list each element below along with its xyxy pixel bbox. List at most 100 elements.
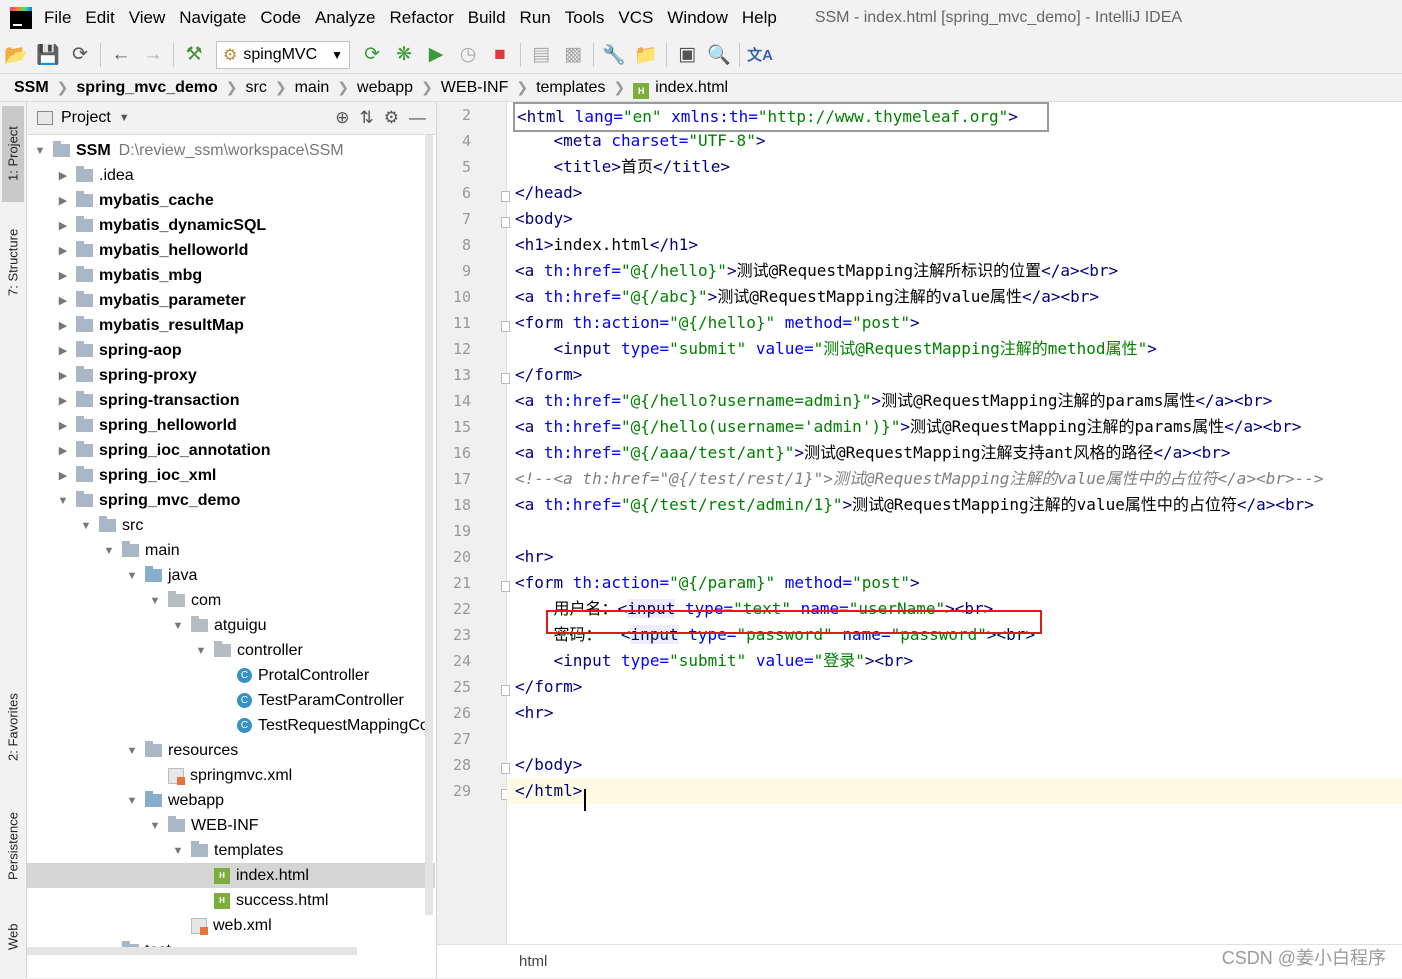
tree-folder-item[interactable]: ▼webapp [27,788,435,813]
tree-file-item[interactable]: web.xml [27,913,435,938]
tree-folder-item[interactable]: ▼com [27,588,435,613]
collapsed-arrow-icon[interactable]: ▶ [56,369,70,382]
project-structure-icon[interactable]: 📁 [630,39,662,71]
breadcrumb-item[interactable]: SSM [14,79,49,97]
fold-marker-icon[interactable] [501,217,510,228]
tree-folder-item[interactable]: ▶mybatis_cache [27,188,435,213]
tree-folder-item[interactable]: ▼java [27,563,435,588]
horizontal-scrollbar[interactable] [27,947,357,955]
menu-run[interactable]: Run [520,8,551,28]
breadcrumb-item[interactable]: main [295,79,330,97]
tree-folder-item[interactable]: ▶.idea [27,163,435,188]
collapsed-arrow-icon[interactable]: ▶ [56,444,70,457]
tree-folder-item[interactable]: ▼controller [27,638,435,663]
tree-class-item[interactable]: CTestRequestMappingCo [27,713,435,738]
stop-icon[interactable]: ■ [484,39,516,71]
tree-class-item[interactable]: CProtalController [27,663,435,688]
chevron-down-icon[interactable]: ▼ [119,112,130,124]
open-folder-icon[interactable]: 📂 [0,39,32,71]
breadcrumb-item[interactable]: templates [536,79,605,97]
expanded-arrow-icon[interactable]: ▼ [125,570,139,582]
menu-edit[interactable]: Edit [85,8,114,28]
tree-folder-item[interactable]: ▶spring-transaction [27,388,435,413]
hide-panel-icon[interactable]: — [409,108,426,128]
editor-breadcrumb-html[interactable]: html [519,953,547,970]
menu-build[interactable]: Build [468,8,506,28]
tree-folder-item[interactable]: ▶mybatis_resultMap [27,313,435,338]
profile-icon[interactable]: ◷ [452,39,484,71]
gear-icon[interactable]: ⚙ [384,108,399,128]
sync-icon[interactable]: ⟳ [64,39,96,71]
tree-folder-item[interactable]: ▼src [27,513,435,538]
tree-file-item[interactable]: Hsuccess.html [27,888,435,913]
tree-folder-item[interactable]: ▼WEB-INF [27,813,435,838]
tab-project[interactable]: 1: Project [2,106,24,202]
tree-folder-item[interactable]: ▼atguigu [27,613,435,638]
tab-favorites[interactable]: 2: Favorites [2,677,24,777]
expanded-arrow-icon[interactable]: ▼ [171,845,185,857]
fold-marker-icon[interactable] [501,191,510,202]
project-view-selector[interactable]: Project [61,109,111,127]
deploy-icon[interactable]: ▤ [525,39,557,71]
expanded-arrow-icon[interactable]: ▼ [33,145,47,157]
tree-file-item[interactable]: springmvc.xml [27,763,435,788]
menu-refactor[interactable]: Refactor [389,8,453,28]
collapsed-arrow-icon[interactable]: ▶ [56,244,70,257]
menu-window[interactable]: Window [667,8,727,28]
menu-code[interactable]: Code [260,8,301,28]
terminal-window-icon[interactable]: ▣ [671,39,703,71]
tree-folder-item[interactable]: ▶spring-aop [27,338,435,363]
expanded-arrow-icon[interactable]: ▼ [148,820,162,832]
tree-folder-item[interactable]: ▼templates [27,838,435,863]
tab-structure[interactable]: 7: Structure [2,212,24,312]
build-hammer-icon[interactable]: ⚒ [178,39,210,71]
tree-file-item[interactable]: Hindex.html [27,863,435,888]
fold-marker-icon[interactable] [501,581,510,592]
save-all-icon[interactable]: 💾 [32,39,64,71]
collapsed-arrow-icon[interactable]: ▶ [56,169,70,182]
run-configuration-dropdown[interactable]: ⚙ spingMVC ▼ [216,41,350,69]
menu-analyze[interactable]: Analyze [315,8,375,28]
collapsed-arrow-icon[interactable]: ▶ [56,319,70,332]
run-coverage-icon[interactable]: ▶ [420,39,452,71]
tree-folder-item[interactable]: ▶mybatis_parameter [27,288,435,313]
collapsed-arrow-icon[interactable]: ▶ [56,219,70,232]
tree-folder-item[interactable]: ▶mybatis_dynamicSQL [27,213,435,238]
tree-folder-item[interactable]: ▶mybatis_mbg [27,263,435,288]
expanded-arrow-icon[interactable]: ▼ [194,645,208,657]
collapsed-arrow-icon[interactable]: ▶ [56,194,70,207]
locate-file-icon[interactable]: ⊕ [335,108,349,128]
back-arrow-icon[interactable]: ← [105,39,137,71]
tree-folder-item[interactable]: ▶spring_ioc_xml [27,463,435,488]
tab-persistence[interactable]: Persistence [2,797,24,895]
fold-marker-icon[interactable] [501,763,510,774]
expanded-arrow-icon[interactable]: ▼ [148,595,162,607]
fold-marker-icon[interactable] [501,373,510,384]
collapsed-arrow-icon[interactable]: ▶ [56,269,70,282]
breadcrumb-item[interactable]: webapp [357,79,413,97]
tree-class-item[interactable]: CTestParamController [27,688,435,713]
expanded-arrow-icon[interactable]: ▼ [171,620,185,632]
search-icon[interactable]: 🔍 [703,39,735,71]
tree-folder-item[interactable]: ▼main [27,538,435,563]
tree-folder-item[interactable]: ▶mybatis_helloworld [27,238,435,263]
tree-folder-item[interactable]: ▼spring_mvc_demo [27,488,435,513]
expanded-arrow-icon[interactable]: ▼ [102,545,116,557]
collapsed-arrow-icon[interactable]: ▶ [56,344,70,357]
fold-marker-icon[interactable] [501,685,510,696]
expanded-arrow-icon[interactable]: ▼ [125,745,139,757]
translate-icon[interactable]: 文A [744,39,776,71]
collapsed-arrow-icon[interactable]: ▶ [56,469,70,482]
rerun-icon[interactable]: ⟳ [356,39,388,71]
collapsed-arrow-icon[interactable]: ▶ [56,294,70,307]
breadcrumb-item[interactable]: WEB-INF [441,79,509,97]
update-app-icon[interactable]: ▩ [557,39,589,71]
expanded-arrow-icon[interactable]: ▼ [56,495,70,507]
breadcrumb-item[interactable]: spring_mvc_demo [76,79,217,97]
tree-folder-item[interactable]: ▶spring_helloworld [27,413,435,438]
fold-marker-icon[interactable] [501,321,510,332]
expanded-arrow-icon[interactable]: ▼ [125,795,139,807]
debug-bug-icon[interactable]: ❋ [388,39,420,71]
menu-tools[interactable]: Tools [565,8,605,28]
tab-web[interactable]: Web [2,907,24,967]
